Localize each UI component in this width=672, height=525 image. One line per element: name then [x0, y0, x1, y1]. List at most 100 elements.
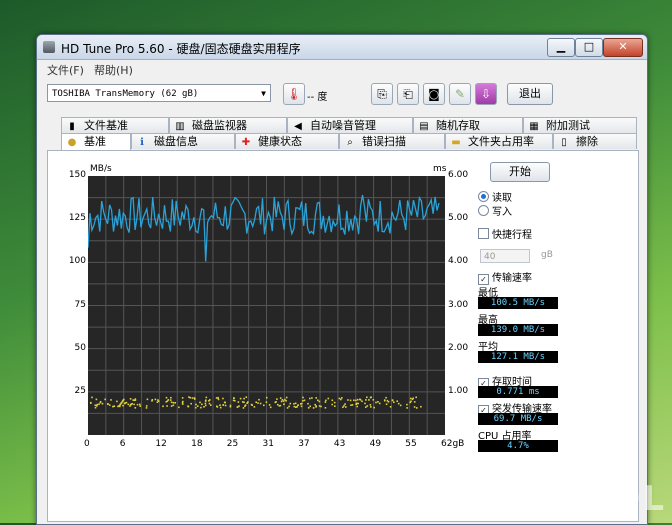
access-time-point: [303, 399, 306, 402]
write-radio[interactable]: 写入: [478, 203, 512, 218]
transfer-rate-checkbox[interactable]: ✓ 传输速率: [478, 269, 532, 285]
access-time-point: [222, 397, 224, 400]
access-time-point: [385, 396, 387, 399]
access-time-point: [229, 405, 232, 408]
access-time-point: [334, 405, 336, 407]
access-time-point: [412, 397, 414, 400]
x-tick-label: 62gB: [441, 439, 465, 449]
access-time-point: [107, 403, 109, 405]
quick-scan-spinner[interactable]: 40: [480, 249, 530, 263]
access-time-point: [309, 405, 311, 408]
tab-disk-info[interactable]: ℹ 磁盘信息: [131, 133, 235, 149]
tab-benchmark[interactable]: ● 基准: [61, 133, 131, 151]
quick-scan-checkbox[interactable]: 快捷行程: [478, 226, 532, 241]
access-time-point: [353, 399, 355, 402]
tab-extra-tests[interactable]: ▦ 附加测试: [523, 117, 637, 133]
benchmark-chart: [87, 176, 445, 435]
cpu-usage-readout: 4.7%: [478, 440, 558, 452]
tab-aam[interactable]: ◀ 自动噪音管理: [287, 117, 413, 133]
tab-erase[interactable]: ▯ 擦除: [553, 133, 637, 149]
monitor-icon: ▥: [175, 121, 185, 132]
tab-disk-monitor[interactable]: ▥ 磁盘监视器: [169, 117, 287, 133]
access-time-point: [146, 398, 149, 401]
x-tick-label: 0: [84, 439, 90, 449]
minimize-button[interactable]: ▁: [547, 38, 575, 57]
access-time-point: [199, 401, 201, 404]
x-tick-label: 25: [226, 439, 239, 449]
read-radio[interactable]: 读取: [478, 189, 512, 204]
access-time-point: [351, 404, 354, 406]
access-time-point: [368, 399, 370, 401]
access-time-point: [393, 401, 395, 403]
tab-folder-usage[interactable]: ▬ 文件夹占用率: [445, 133, 553, 149]
access-time-point: [340, 398, 342, 401]
access-time-point: [203, 406, 205, 408]
start-button[interactable]: 开始: [490, 162, 550, 182]
quick-scan-check: [478, 228, 489, 239]
menu-file[interactable]: 文件(F): [47, 62, 84, 78]
access-time-point: [166, 405, 168, 407]
access-time-point: [237, 401, 240, 403]
access-time-point: [104, 398, 106, 401]
access-time-point: [129, 398, 132, 400]
access-time-point: [174, 402, 176, 404]
exit-button[interactable]: 退出: [507, 83, 553, 105]
tab-random-access[interactable]: ▤ 随机存取: [413, 117, 523, 133]
access-time-point: [191, 397, 194, 399]
tab-label: 文件夹占用率: [468, 135, 534, 148]
y-right-tick-label: 3.00: [448, 299, 469, 310]
access-time-point: [325, 399, 327, 402]
access-time-point: [258, 398, 260, 401]
access-time-point: [284, 398, 286, 401]
thermometer-icon[interactable]: 🌡: [283, 83, 305, 105]
maximize-button[interactable]: □: [575, 38, 603, 57]
access-time-point: [268, 404, 271, 406]
access-time-point: [369, 396, 372, 399]
access-time-point: [215, 397, 218, 399]
options-icon[interactable]: ✎: [449, 83, 471, 105]
access-time-point: [300, 405, 303, 408]
access-time-point: [136, 403, 139, 406]
access-time-point: [280, 400, 283, 403]
benchmark-panel: MB/s ms 开始 读取 写入 快捷行程 40 gB ✓ 传输速率 最低 100…: [47, 150, 639, 522]
access-time-point: [293, 405, 296, 408]
access-time-point: [406, 403, 408, 406]
access-time-point: [242, 407, 245, 409]
access-time-point: [99, 401, 102, 403]
toolbar: TOSHIBA TransMemory (62 gB) ▼ 🌡 -- 度 ⎘ ⎗…: [37, 79, 647, 109]
drive-select[interactable]: TOSHIBA TransMemory (62 gB) ▼: [47, 84, 271, 102]
access-time-point: [124, 402, 126, 404]
tab-file-benchmark[interactable]: ▮ 文件基准: [61, 117, 169, 133]
tab-health[interactable]: ✚ 健康状态: [235, 133, 339, 149]
copy-info-icon[interactable]: ⎘: [371, 83, 393, 105]
tab-error-scan[interactable]: ⌕ 错误扫描: [339, 133, 445, 149]
access-time-point: [373, 406, 375, 409]
access-time-point: [195, 403, 197, 406]
y-right-tick-label: 5.00: [448, 213, 469, 224]
drive-select-value: TOSHIBA TransMemory (62 gB): [52, 89, 199, 99]
y-left-tick-label: 125: [68, 213, 86, 224]
min-readout: 100.5 MB/s: [478, 297, 558, 309]
access-time-point: [314, 403, 316, 406]
x-tick-label: 37: [298, 439, 310, 449]
close-button[interactable]: ✕: [603, 38, 643, 57]
access-time-point: [208, 402, 211, 405]
app-window: HD Tune Pro 5.60 - 硬盘/固态硬盘实用程序 ▁ □ ✕ 文件(…: [36, 34, 648, 525]
menu-help[interactable]: 帮助(H): [94, 62, 133, 78]
access-time-point: [318, 405, 321, 407]
access-time-point: [94, 404, 97, 407]
access-time-point: [420, 405, 422, 408]
write-label: 写入: [492, 207, 512, 218]
max-readout: 139.0 MB/s: [478, 324, 558, 336]
access-time-point: [297, 404, 299, 406]
access-time-point: [257, 402, 259, 404]
camera-icon[interactable]: ◙: [423, 83, 445, 105]
access-time-point: [365, 406, 367, 408]
access-time-point: [91, 396, 93, 399]
access-time-point: [307, 407, 310, 409]
copy-all-icon[interactable]: ⎗: [397, 83, 419, 105]
download-icon[interactable]: ⇩: [475, 83, 497, 105]
access-time-point: [415, 396, 417, 399]
access-time-point: [410, 397, 412, 400]
access-time-point: [294, 402, 297, 405]
